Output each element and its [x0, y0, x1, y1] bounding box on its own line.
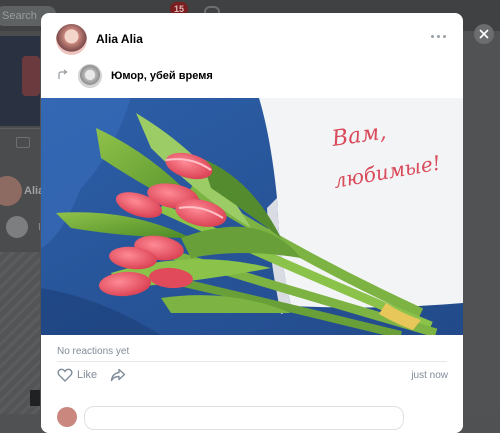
post-header: Alia Alia Юмор, убей время	[41, 13, 463, 99]
post-time[interactable]: just now	[411, 370, 448, 381]
close-icon	[479, 29, 489, 39]
repost-arrow-icon	[57, 69, 69, 81]
group-name[interactable]: Юмор, убей время	[111, 70, 213, 82]
post-footer: No reactions yet Like just now	[41, 335, 463, 433]
like-label: Like	[77, 369, 98, 381]
background-divider	[0, 128, 40, 129]
reactions-summary: No reactions yet	[57, 346, 130, 357]
background-comic-block	[30, 390, 40, 406]
post-modal: Alia Alia Юмор, убей время Вам, любимые!…	[41, 13, 463, 433]
post-image[interactable]: Вам, любимые!	[41, 98, 463, 335]
background-feed-image	[0, 36, 40, 126]
author-name[interactable]: Alia Alia	[96, 32, 143, 46]
heart-icon	[57, 368, 73, 382]
background-avatar-secondary	[6, 216, 28, 238]
more-options-icon[interactable]	[431, 35, 446, 38]
footer-divider	[57, 361, 447, 362]
close-button[interactable]	[474, 24, 494, 44]
share-arrow-icon	[110, 368, 126, 382]
author-avatar[interactable]	[56, 24, 87, 55]
share-button[interactable]	[110, 368, 126, 387]
like-button[interactable]: Like	[57, 368, 97, 382]
background-comment-icon	[16, 137, 30, 148]
comment-input[interactable]	[84, 406, 404, 430]
group-avatar[interactable]	[78, 64, 102, 88]
commenter-avatar	[57, 407, 77, 427]
